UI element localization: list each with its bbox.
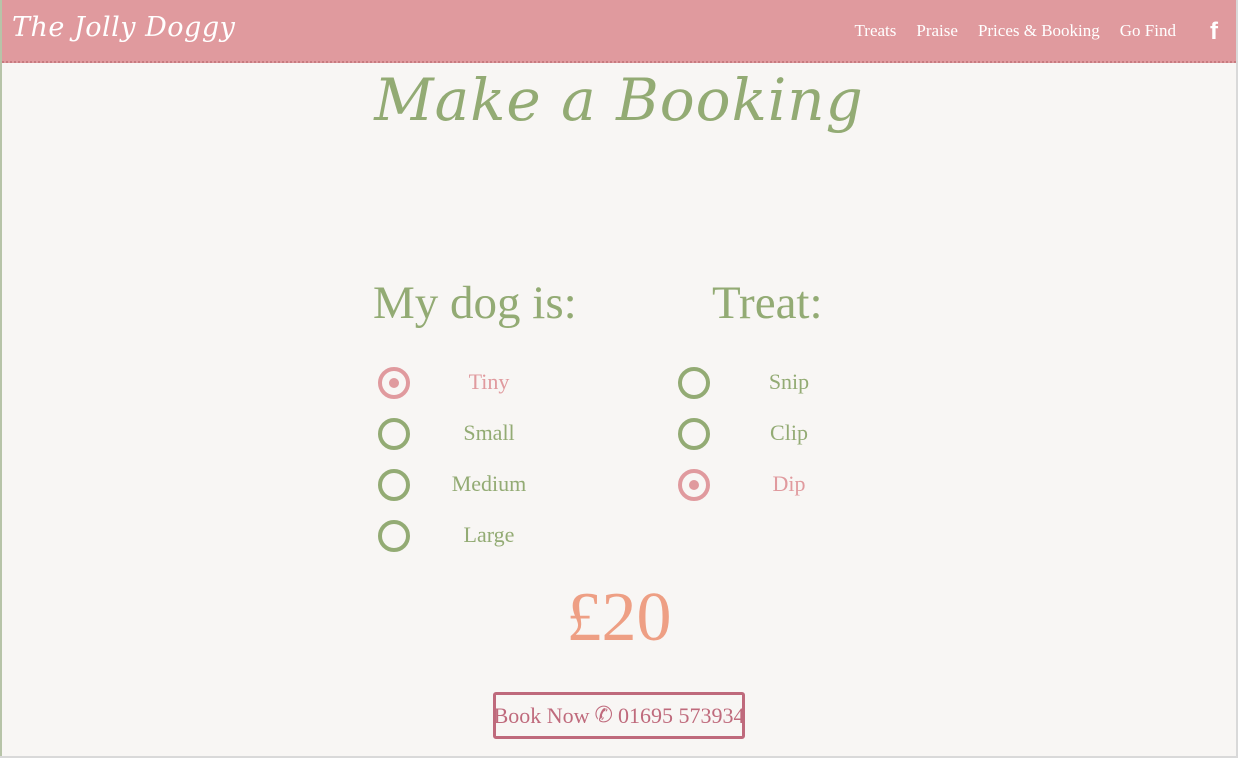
dog-size-heading: My dog is: (373, 277, 577, 329)
treat-radio-clip[interactable] (678, 418, 710, 450)
dog-size-option-label: Large (463, 522, 515, 547)
book-now-label: Book Now (493, 702, 590, 728)
dog-size-radio-medium[interactable] (378, 469, 410, 501)
dog-size-option-label: Small (463, 420, 515, 445)
nav-links: Treats Praise Prices & Booking Go Find (855, 21, 1177, 41)
book-now-button[interactable]: Book Now ✆ 01695 573934 (493, 692, 745, 739)
treat-option-dip[interactable]: Dip (678, 469, 849, 503)
facebook-icon[interactable]: f (1210, 18, 1218, 46)
dog-size-radio-large[interactable] (378, 520, 410, 552)
nav-link-go-find[interactable]: Go Find (1120, 21, 1176, 41)
dog-size-option-large[interactable]: Large (378, 520, 549, 554)
page-title: Make a Booking (374, 66, 864, 134)
treat-option-label: Clip (770, 420, 808, 445)
nav-link-treats[interactable]: Treats (855, 21, 897, 41)
phone-number: 01695 573934 (617, 702, 745, 728)
nav-link-praise[interactable]: Praise (916, 21, 958, 41)
treat-heading: Treat: (712, 277, 823, 329)
dog-size-radio-tiny[interactable] (378, 367, 410, 399)
treat-radio-snip[interactable] (678, 367, 710, 399)
treat-option-clip[interactable]: Clip (678, 418, 849, 452)
treat-option-snip[interactable]: Snip (678, 367, 849, 401)
treat-option-label: Snip (768, 369, 810, 394)
treat-option-label: Dip (772, 471, 806, 496)
dog-size-option-small[interactable]: Small (378, 418, 549, 452)
nav-link-prices-booking[interactable]: Prices & Booking (978, 21, 1100, 41)
dog-size-option-label: Tiny (468, 369, 510, 394)
dog-size-radio-small[interactable] (378, 418, 410, 450)
dog-size-option-tiny[interactable]: Tiny (378, 367, 549, 401)
price-display: £20 (566, 579, 672, 656)
brand-logo[interactable]: The Jolly Doggy (12, 12, 235, 43)
phone-icon: ✆ (594, 703, 613, 728)
treat-radio-dip[interactable] (678, 469, 710, 501)
top-navbar: The Jolly Doggy Treats Praise Prices & B… (2, 0, 1236, 63)
dog-size-option-medium[interactable]: Medium (378, 469, 549, 503)
dog-size-option-label: Medium (451, 471, 527, 496)
